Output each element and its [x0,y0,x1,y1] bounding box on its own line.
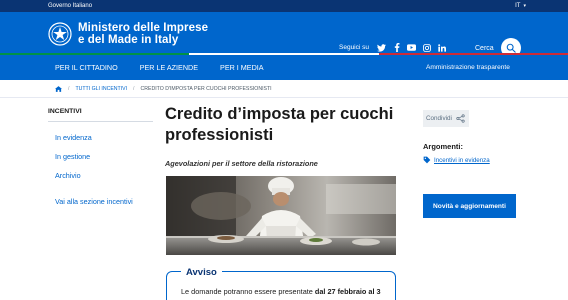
brand[interactable]: Ministero delle Imprese e del Made in It… [48,22,208,46]
share-icon [456,114,465,123]
breadcrumb-item-current: CREDITO D'IMPOSTA PER CUOCHI PROFESSIONI… [140,85,272,92]
republic-emblem-icon [48,22,72,46]
notice-box: Avviso Le domande potranno essere presen… [166,267,396,300]
breadcrumb-separator: / [68,85,70,92]
notice-title: Avviso [181,267,222,278]
nav-item-aziende[interactable]: PER LE AZIENDE [140,63,198,72]
slim-header: Governo Italiano IT ▾ [0,0,568,12]
notice-text-dates: dal 27 febbraio al 3 [314,287,381,296]
social-links: Seguici su [339,43,446,52]
page-content: INCENTIVI In evidenza In gestione Archiv… [0,98,568,300]
search-label: Cerca [475,44,494,52]
social-label: Seguici su [339,44,369,51]
brand-line-2: e del Made in Italy [78,34,179,46]
gov-label[interactable]: Governo Italiano [48,3,92,9]
share-button[interactable]: Condividi [423,110,469,127]
notice-text-prefix: Le domande potranno essere presentate [181,287,313,296]
chevron-down-icon: ▾ [523,3,526,9]
topic-tag[interactable]: Incentivi in evidenza [423,156,523,164]
center-header: Ministero delle Imprese e del Made in It… [0,12,568,58]
page-title: Credito d’imposta per cuochi professioni… [165,104,400,146]
home-icon[interactable] [55,85,62,92]
notice-text: Le domande potranno essere presentate da… [181,287,381,296]
nav-item-cittadino[interactable]: PER IL CITTADINO [55,63,118,72]
brand-line-1: Ministero delle Imprese [78,22,209,34]
language-label: IT [515,3,521,9]
news-button[interactable]: Novità e aggiornamenti [423,194,516,218]
chef-cooking-photo [166,176,396,255]
breadcrumb-item-incentivi[interactable]: TUTTI GLI INCENTIVI [75,86,127,92]
sidebar-item-in-evidenza[interactable]: In evidenza [55,133,153,142]
topics-label: Argomenti: [423,142,463,151]
main-article: Credito d’imposta per cuochi professioni… [165,104,400,168]
sidebar-item-in-gestione[interactable]: In gestione [55,152,153,161]
page-title-line-2: professionisti [165,126,274,144]
nav-item-media[interactable]: PER I MEDIA [220,63,264,72]
page-title-line-1: Credito d’imposta per cuochi [165,105,394,123]
language-selector[interactable]: IT ▾ [515,3,526,9]
breadcrumb: / TUTTI GLI INCENTIVI / CREDITO D'IMPOST… [0,80,568,98]
sidebar-section-link[interactable]: Vai alla sezione incentivi [55,197,153,206]
facebook-icon[interactable] [392,43,401,52]
main-navigation: PER IL CITTADINO PER LE AZIENDE PER I ME… [0,55,568,80]
topic-tag-label: Incentivi in evidenza [434,156,490,164]
sidebar-item-archivio[interactable]: Archivio [55,171,153,180]
sidebar: INCENTIVI In evidenza In gestione Archiv… [48,108,153,206]
page-subtitle: Agevolazioni per il settore della ristor… [165,159,318,168]
share-label: Condividi [426,115,452,122]
nav-item-amministrazione-trasparente[interactable]: Amministrazione trasparente [426,64,510,71]
instagram-icon[interactable] [422,43,431,52]
youtube-icon[interactable] [407,43,416,52]
search-icon [506,43,516,53]
linkedin-icon[interactable] [437,43,446,52]
tag-icon [423,156,431,164]
brand-name: Ministero delle Imprese e del Made in It… [78,22,208,46]
aside-column: Condividi Argomenti: Incentivi in eviden… [423,107,523,218]
sidebar-title: INCENTIVI [48,108,153,122]
breadcrumb-separator: / [133,85,135,92]
twitter-icon[interactable] [377,43,386,52]
